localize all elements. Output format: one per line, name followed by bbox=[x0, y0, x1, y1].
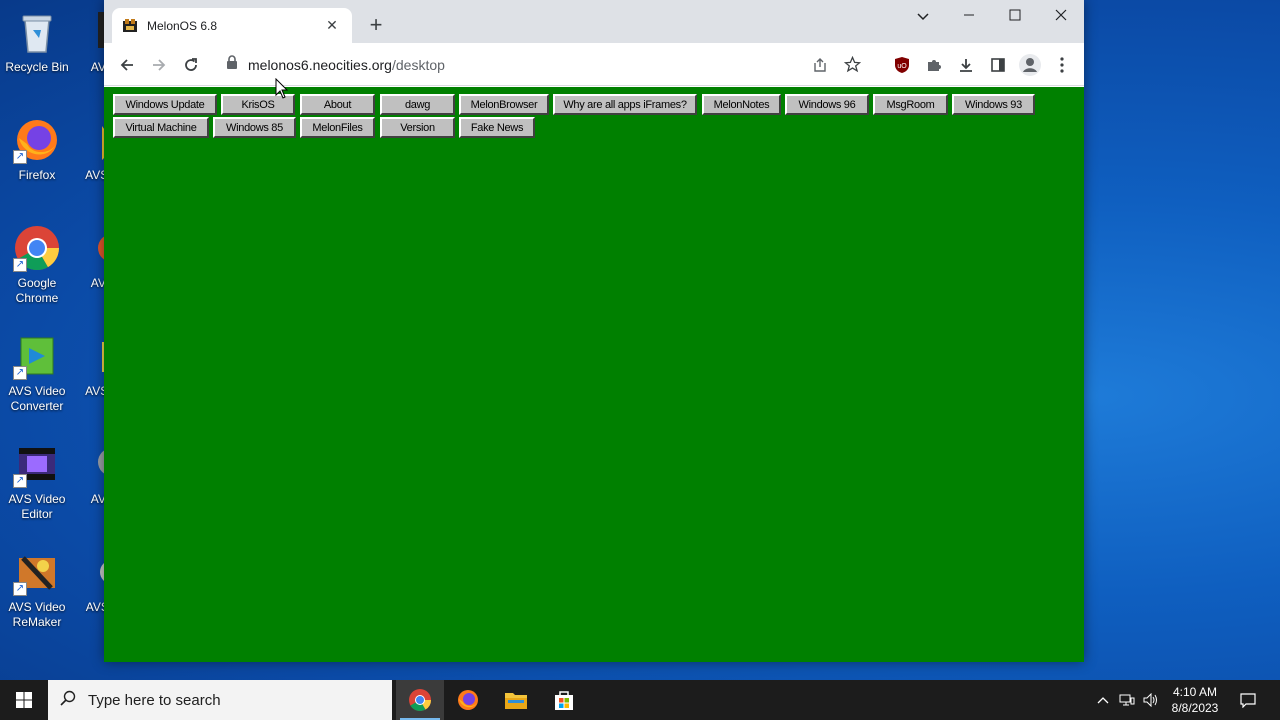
more-menu-icon[interactable] bbox=[1049, 52, 1075, 78]
app-button-msgroom[interactable]: MsgRoom bbox=[873, 94, 948, 115]
avs-video-remaker-icon: ↗ bbox=[13, 548, 61, 596]
taskbar-chrome-button[interactable] bbox=[396, 680, 444, 720]
shortcut-arrow-icon: ↗ bbox=[13, 582, 27, 596]
avs-video-converter-icon: ↗ bbox=[13, 332, 61, 380]
desktop-icon-label: Firefox bbox=[18, 168, 56, 182]
taskbar-store-button[interactable] bbox=[540, 680, 588, 720]
minimize-button[interactable] bbox=[946, 4, 992, 28]
melonos-favicon-icon bbox=[122, 18, 138, 34]
app-button-melonbrowser[interactable]: MelonBrowser bbox=[459, 94, 549, 115]
new-tab-button[interactable]: + bbox=[364, 13, 388, 37]
app-button-windows-93[interactable]: Windows 93 bbox=[952, 94, 1035, 115]
melonos-desktop-page: Windows Update KrisOS About dawg MelonBr… bbox=[104, 87, 1084, 662]
show-hidden-icons-chevron-icon[interactable] bbox=[1094, 680, 1112, 720]
app-button-version[interactable]: Version bbox=[380, 117, 455, 138]
share-icon[interactable] bbox=[812, 57, 828, 78]
url-text: melonos6.neocities.org/desktop bbox=[248, 57, 445, 73]
app-button-windows-update[interactable]: Windows Update bbox=[113, 94, 217, 115]
reload-button[interactable] bbox=[178, 52, 204, 78]
bookmark-star-icon[interactable] bbox=[843, 55, 862, 78]
ublock-extension-icon[interactable]: uO bbox=[889, 52, 915, 78]
firefox-icon: ↗ bbox=[13, 116, 61, 164]
app-button-melonnotes[interactable]: MelonNotes bbox=[702, 94, 781, 115]
app-button-why-iframes[interactable]: Why are all apps iFrames? bbox=[553, 94, 697, 115]
maximize-button[interactable] bbox=[992, 4, 1038, 28]
profile-avatar-icon[interactable] bbox=[1017, 52, 1043, 78]
lock-icon[interactable] bbox=[226, 55, 238, 74]
forward-button[interactable] bbox=[146, 52, 172, 78]
mouse-cursor-icon bbox=[275, 77, 289, 105]
tab-melonos[interactable]: MelonOS 6.8 ✕ bbox=[112, 8, 352, 43]
microsoft-store-icon bbox=[555, 691, 573, 710]
back-button[interactable] bbox=[114, 52, 140, 78]
taskbar-file-explorer-button[interactable] bbox=[492, 680, 540, 720]
browser-toolbar: melonos6.neocities.org/desktop uO bbox=[104, 43, 1084, 86]
tab-search-chevron-icon[interactable] bbox=[900, 4, 946, 28]
tab-strip: MelonOS 6.8 ✕ + bbox=[104, 0, 1084, 43]
tab-title: MelonOS 6.8 bbox=[147, 18, 218, 33]
shortcut-arrow-icon: ↗ bbox=[13, 258, 27, 272]
search-placeholder: Type here to search bbox=[88, 691, 221, 709]
taskbar: Type here to search 4:10 AM 8/8/2023 bbox=[0, 680, 1280, 720]
url-host: melonos6.neocities.org bbox=[248, 56, 392, 73]
shortcut-arrow-icon: ↗ bbox=[13, 366, 27, 380]
app-button-melonfiles[interactable]: MelonFiles bbox=[300, 117, 375, 138]
chrome-icon bbox=[409, 689, 432, 712]
shortcut-arrow-icon: ↗ bbox=[13, 150, 27, 164]
system-clock[interactable]: 4:10 AM 8/8/2023 bbox=[1160, 684, 1230, 716]
firefox-icon bbox=[458, 690, 478, 710]
clock-time: 4:10 AM bbox=[1172, 685, 1218, 699]
app-button-fake-news[interactable]: Fake News bbox=[459, 117, 535, 138]
app-button-windows-85[interactable]: Windows 85 bbox=[213, 117, 296, 138]
app-button-virtual-machine[interactable]: Virtual Machine bbox=[113, 117, 209, 138]
close-window-button[interactable] bbox=[1038, 4, 1084, 28]
clock-date: 8/8/2023 bbox=[1171, 701, 1219, 715]
search-icon bbox=[60, 690, 76, 711]
avs-video-editor-icon: ↗ bbox=[13, 440, 61, 488]
chrome-icon: ↗ bbox=[13, 224, 61, 272]
svg-text:uO: uO bbox=[897, 63, 907, 70]
browser-window: MelonOS 6.8 ✕ + melonos6.neocities.org/d… bbox=[104, 0, 1084, 662]
folder-icon bbox=[505, 693, 527, 709]
start-button[interactable] bbox=[0, 680, 48, 720]
side-panel-icon[interactable] bbox=[985, 52, 1011, 78]
url-path: /desktop bbox=[391, 56, 445, 73]
extensions-puzzle-icon[interactable] bbox=[921, 52, 947, 78]
download-icon[interactable] bbox=[953, 52, 979, 78]
app-button-windows-96[interactable]: Windows 96 bbox=[785, 94, 869, 115]
app-button-about[interactable]: About bbox=[300, 94, 375, 115]
close-tab-icon[interactable]: ✕ bbox=[322, 17, 342, 34]
notifications-icon[interactable] bbox=[1234, 680, 1262, 720]
volume-icon[interactable] bbox=[1140, 680, 1162, 720]
address-bar[interactable]: melonos6.neocities.org/desktop bbox=[216, 50, 876, 79]
shortcut-arrow-icon: ↗ bbox=[13, 474, 27, 488]
app-button-dawg[interactable]: dawg bbox=[380, 94, 455, 115]
recycle-bin-icon bbox=[13, 8, 61, 56]
windows-logo-icon bbox=[16, 692, 32, 708]
network-icon[interactable] bbox=[1116, 680, 1138, 720]
taskbar-firefox-button[interactable] bbox=[444, 680, 492, 720]
taskbar-search-box[interactable]: Type here to search bbox=[48, 680, 392, 720]
